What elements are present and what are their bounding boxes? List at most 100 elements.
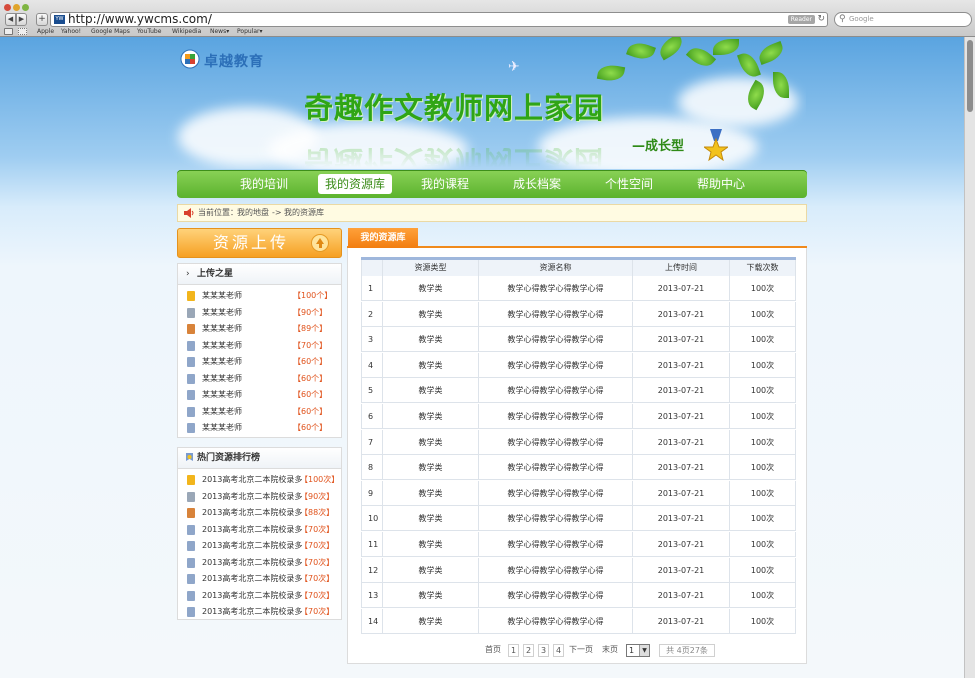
page-select[interactable]: 1 ▼: [626, 644, 650, 657]
hot-resource-name[interactable]: 2013高考北京二本院校录多: [202, 588, 302, 604]
upload-star-row[interactable]: 某某某老师 【60个】: [178, 354, 341, 370]
cell-resource-name[interactable]: 教学心得教学心得教学心得: [478, 327, 632, 352]
pager-first[interactable]: 首页: [485, 644, 501, 657]
hot-resource-row[interactable]: 2013高考北京二本院校录多 【70次】: [178, 604, 341, 620]
pager-page-2[interactable]: 2: [523, 644, 534, 657]
table-row[interactable]: 9 教学类 教学心得教学心得教学心得 2013-07-21 100次: [361, 480, 796, 506]
table-row[interactable]: 11 教学类 教学心得教学心得教学心得 2013-07-21 100次: [361, 532, 796, 557]
upload-star-row[interactable]: 某某某老师 【90个】: [178, 305, 341, 321]
hot-resource-row[interactable]: 2013高考北京二本院校录多 【88次】: [178, 505, 341, 521]
reading-list-icon[interactable]: [4, 28, 13, 35]
table-row[interactable]: 14 教学类 教学心得教学心得教学心得 2013-07-21 100次: [361, 608, 796, 634]
table-row[interactable]: 12 教学类 教学心得教学心得教学心得 2013-07-21 100次: [361, 557, 796, 583]
cell-resource-name[interactable]: 教学心得教学心得教学心得: [478, 480, 632, 505]
cell-resource-name[interactable]: 教学心得教学心得教学心得: [478, 429, 632, 454]
table-row[interactable]: 6 教学类 教学心得教学心得教学心得 2013-07-21 100次: [361, 404, 796, 429]
table-row[interactable]: 1 教学类 教学心得教学心得教学心得 2013-07-21 100次: [361, 276, 796, 301]
pager-last[interactable]: 末页: [602, 644, 618, 657]
upload-star-row[interactable]: 某某某老师 【60个】: [178, 387, 341, 403]
reader-button[interactable]: Reader: [787, 15, 815, 24]
table-row[interactable]: 3 教学类 教学心得教学心得教学心得 2013-07-21 100次: [361, 327, 796, 353]
table-row[interactable]: 13 教学类 教学心得教学心得教学心得 2013-07-21 100次: [361, 583, 796, 609]
cell-resource-name[interactable]: 教学心得教学心得教学心得: [478, 557, 632, 582]
hot-resource-name[interactable]: 2013高考北京二本院校录多: [202, 538, 302, 554]
table-row[interactable]: 2 教学类 教学心得教学心得教学心得 2013-07-21 100次: [361, 301, 796, 327]
url-text[interactable]: http://www.ywcms.com/: [68, 13, 212, 26]
forward-button[interactable]: ▶: [16, 13, 27, 26]
scrollbar-thumb[interactable]: [967, 40, 973, 112]
top-sites-icon[interactable]: [18, 28, 27, 35]
upload-star-name[interactable]: 某某某老师: [202, 404, 242, 420]
hot-resource-row[interactable]: 2013高考北京二本院校录多 【90次】: [178, 489, 341, 505]
hot-resource-row[interactable]: 2013高考北京二本院校录多 【70次】: [178, 571, 341, 587]
cell-resource-name[interactable]: 教学心得教学心得教学心得: [478, 276, 632, 300]
cell-resource-name[interactable]: 教学心得教学心得教学心得: [478, 404, 632, 428]
hot-resource-row[interactable]: 2013高考北京二本院校录多 【70次】: [178, 538, 341, 554]
cell-resource-name[interactable]: 教学心得教学心得教学心得: [478, 455, 632, 480]
hot-resource-row[interactable]: 2013高考北京二本院校录多 【70次】: [178, 588, 341, 604]
cell-resource-name[interactable]: 教学心得教学心得教学心得: [478, 506, 632, 531]
hot-resource-row[interactable]: 2013高考北京二本院校录多 【70次】: [178, 555, 341, 571]
tab-my-resources[interactable]: 我的资源库: [348, 228, 418, 248]
upload-star-name[interactable]: 某某某老师: [202, 321, 242, 337]
table-row[interactable]: 7 教学类 教学心得教学心得教学心得 2013-07-21 100次: [361, 429, 796, 455]
hot-resource-name[interactable]: 2013高考北京二本院校录多: [202, 472, 302, 488]
pager-page-4[interactable]: 4: [553, 644, 564, 657]
cell-resource-name[interactable]: 教学心得教学心得教学心得: [478, 583, 632, 608]
window-minimize-icon[interactable]: [13, 4, 20, 11]
address-bar[interactable]: YW http://www.ywcms.com/ Reader ↻: [50, 12, 828, 27]
cell-resource-name[interactable]: 教学心得教学心得教学心得: [478, 378, 632, 403]
add-bookmark-button[interactable]: +: [36, 13, 48, 26]
table-row[interactable]: 8 教学类 教学心得教学心得教学心得 2013-07-21 100次: [361, 455, 796, 481]
pager-next[interactable]: 下一页: [569, 644, 593, 657]
upload-star-row[interactable]: 某某某老师 【89个】: [178, 321, 341, 337]
pager-page-1[interactable]: 1: [508, 644, 519, 657]
page-scrollbar[interactable]: [964, 37, 975, 678]
hot-resource-name[interactable]: 2013高考北京二本院校录多: [202, 489, 302, 505]
table-row[interactable]: 5 教学类 教学心得教学心得教学心得 2013-07-21 100次: [361, 378, 796, 404]
bookmark-popular-menu[interactable]: Popular▾: [237, 27, 263, 36]
bookmark-google-maps[interactable]: Google Maps: [91, 27, 130, 36]
cell-resource-name[interactable]: 教学心得教学心得教学心得: [478, 301, 632, 326]
window-close-icon[interactable]: [4, 4, 11, 11]
upload-star-row[interactable]: 某某某老师 【70个】: [178, 338, 341, 354]
upload-star-name[interactable]: 某某某老师: [202, 371, 242, 387]
upload-star-name[interactable]: 某某某老师: [202, 305, 242, 321]
hot-resource-name[interactable]: 2013高考北京二本院校录多: [202, 555, 302, 571]
nav-help-center[interactable]: 帮助中心: [689, 174, 753, 194]
nav-my-courses[interactable]: 我的课程: [413, 174, 477, 194]
hot-resource-name[interactable]: 2013高考北京二本院校录多: [202, 522, 302, 538]
nav-growth-archive[interactable]: 成长档案: [505, 174, 569, 194]
hot-resource-name[interactable]: 2013高考北京二本院校录多: [202, 571, 302, 587]
hot-resource-row[interactable]: 2013高考北京二本院校录多 【100次】: [178, 472, 341, 488]
bookmark-wikipedia[interactable]: Wikipedia: [172, 27, 201, 36]
bookmark-youtube[interactable]: YouTube: [137, 27, 161, 36]
cell-resource-name[interactable]: 教学心得教学心得教学心得: [478, 352, 632, 377]
upload-star-name[interactable]: 某某某老师: [202, 354, 242, 370]
upload-star-row[interactable]: 某某某老师 【60个】: [178, 404, 341, 420]
hot-resource-row[interactable]: 2013高考北京二本院校录多 【70次】: [178, 522, 341, 538]
resource-upload-button[interactable]: 资源上传: [177, 228, 342, 258]
bookmark-yahoo[interactable]: Yahoo!: [61, 27, 81, 36]
nav-personal-space[interactable]: 个性空间: [597, 174, 661, 194]
breadcrumb-my-space[interactable]: 我的地盘: [237, 205, 269, 221]
upload-star-row[interactable]: 某某某老师 【60个】: [178, 420, 341, 436]
upload-star-row[interactable]: 某某某老师 【100个】: [178, 288, 341, 304]
bookmark-news-menu[interactable]: News▾: [210, 27, 229, 36]
back-button[interactable]: ◀: [5, 13, 16, 26]
hot-resource-name[interactable]: 2013高考北京二本院校录多: [202, 604, 302, 620]
search-input[interactable]: ⚲ Google: [834, 12, 972, 27]
pager-page-3[interactable]: 3: [538, 644, 549, 657]
bookmark-apple[interactable]: Apple: [37, 27, 54, 36]
cell-resource-name[interactable]: 教学心得教学心得教学心得: [478, 532, 632, 556]
upload-star-row[interactable]: 某某某老师 【60个】: [178, 371, 341, 387]
table-row[interactable]: 10 教学类 教学心得教学心得教学心得 2013-07-21 100次: [361, 506, 796, 532]
upload-star-name[interactable]: 某某某老师: [202, 338, 242, 354]
upload-star-name[interactable]: 某某某老师: [202, 288, 242, 304]
upload-star-name[interactable]: 某某某老师: [202, 387, 242, 403]
cell-resource-name[interactable]: 教学心得教学心得教学心得: [478, 608, 632, 633]
hot-resource-name[interactable]: 2013高考北京二本院校录多: [202, 505, 302, 521]
nav-my-resources[interactable]: 我的资源库: [318, 174, 392, 194]
table-row[interactable]: 4 教学类 教学心得教学心得教学心得 2013-07-21 100次: [361, 352, 796, 378]
upload-star-name[interactable]: 某某某老师: [202, 420, 242, 436]
